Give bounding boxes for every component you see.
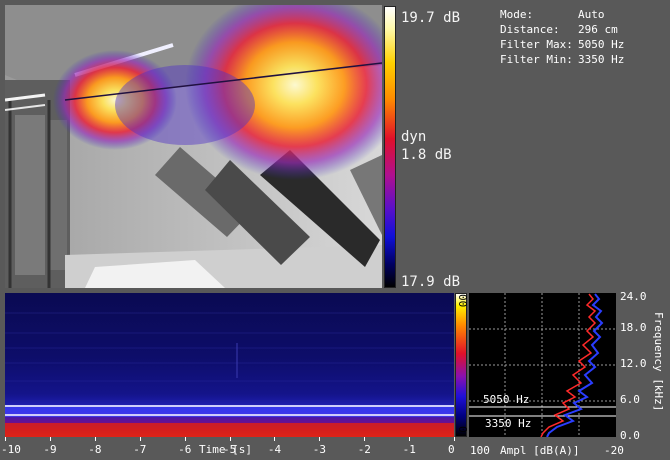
- spectrogram-x-tick-mark: [364, 437, 366, 441]
- camera-view: [5, 5, 382, 288]
- spectrogram-x-tick-mark: [229, 437, 231, 441]
- spectrogram-plot: [5, 293, 454, 437]
- mode-key: Mode:: [500, 8, 534, 21]
- filter-max-value: 5050 Hz: [578, 38, 625, 51]
- spectrogram-x-title: Time [s]: [199, 443, 252, 456]
- amplitude-plot-area: [469, 293, 616, 438]
- amplitude-y-tick: 12.0: [620, 357, 647, 370]
- info-panel: Mode: Auto Distance: 296 cm Filter Max: …: [500, 8, 660, 72]
- spectrogram-x-tick-mark: [94, 437, 96, 441]
- spectrogram-colorbar-top-label: 00: [456, 294, 469, 308]
- amplitude-x-tick-max: -20: [604, 444, 624, 457]
- colorbar-min-label: 17.9 dB: [401, 274, 461, 290]
- spectrogram-x-tick: -7: [133, 443, 147, 456]
- amplitude-y-title: Frequency [kHz]: [652, 312, 665, 412]
- spectrogram-x-tick-mark: [454, 437, 455, 441]
- spectrogram-x-tick: -8: [88, 443, 102, 456]
- camera-scene: [5, 5, 382, 288]
- amplitude-y-tick: 6.0: [620, 393, 640, 406]
- spectrogram-x-tick: -3: [312, 443, 327, 456]
- spectrogram-x-tick: -9: [43, 443, 57, 456]
- colorbar-mode-label: dyn: [401, 129, 427, 145]
- colorbar-mid-label: 1.8 dB: [401, 147, 452, 163]
- spectrogram-colorbar: [455, 293, 467, 437]
- spectrogram-x-tick: -1: [402, 443, 416, 456]
- mode-value: Auto: [578, 8, 605, 21]
- filter-max-label: 5050 Hz: [483, 393, 530, 406]
- spectrogram-x-tick-mark: [5, 437, 6, 441]
- distance-value: 296 cm: [578, 23, 618, 36]
- filter-min-value: 3350 Hz: [578, 53, 625, 66]
- amplitude-plot: 5050 Hz 3350 Hz: [469, 293, 616, 438]
- spectrogram-x-tick-mark: [319, 437, 321, 441]
- spectrogram-x-tick-mark: [184, 437, 186, 441]
- amplitude-y-tick: 18.0: [620, 321, 647, 334]
- spectrogram-colorbar-bottom-label: 0: [456, 426, 469, 433]
- spectrogram-x-tick: -6: [178, 443, 192, 456]
- filter-min-label: 3350 Hz: [485, 417, 532, 430]
- filter-max-key: Filter Max:: [500, 38, 573, 51]
- spectrogram-x-tick: -2: [357, 443, 371, 456]
- amplitude-y-tick: 0.0: [620, 429, 640, 442]
- amplitude-x-tick-min: 100: [470, 444, 490, 457]
- amplitude-y-tick: 24.0: [620, 290, 647, 303]
- spectrogram-x-tick-mark: [409, 437, 411, 441]
- spectrogram-x-tick-mark: [49, 437, 51, 441]
- spectrogram: [5, 293, 454, 437]
- amplitude-x-title: Ampl [dB(A)]: [500, 444, 580, 457]
- spectrogram-x-tick-mark: [274, 437, 276, 441]
- distance-key: Distance:: [500, 23, 560, 36]
- spectrogram-x-tick: -4: [267, 443, 282, 456]
- filter-min-key: Filter Min:: [500, 53, 573, 66]
- spectrogram-x-tick-mark: [139, 437, 141, 441]
- colorbar-gradient: [384, 6, 396, 288]
- spectrogram-x-tick: -10: [1, 443, 21, 456]
- spectrogram-x-tick: 0: [448, 443, 455, 456]
- colorbar-max-label: 19.7 dB: [401, 10, 461, 26]
- spectrogram-x-axis: -10 -9 -8 -7 -6 -5 -4 -3 -2 -1 0 Time [s]: [0, 437, 460, 460]
